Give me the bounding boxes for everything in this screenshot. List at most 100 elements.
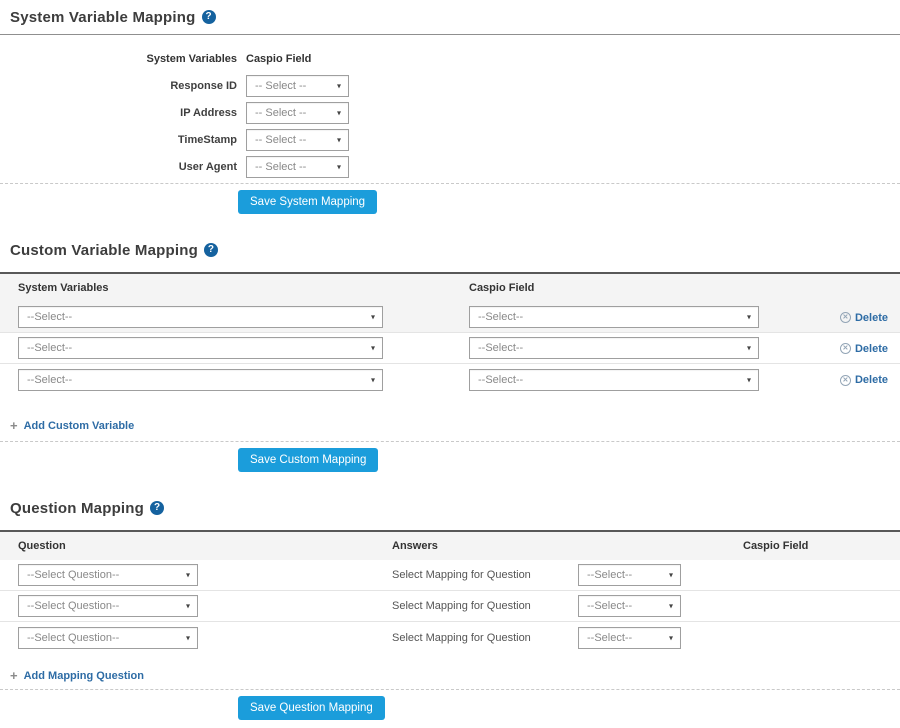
delete-label: Delete — [855, 312, 888, 324]
add-custom-variable-link[interactable]: + Add Custom Variable — [10, 419, 134, 432]
caspio-field-column-header: Caspio Field — [743, 540, 900, 552]
plus-icon: + — [10, 669, 18, 682]
answer-mapping-label: Select Mapping for Question — [392, 569, 578, 581]
question-select[interactable]: --Select Question-- ▾ — [18, 627, 198, 649]
save-question-mapping-button[interactable]: Save Question Mapping — [238, 696, 385, 720]
chevron-down-icon: ▾ — [747, 313, 751, 322]
chevron-down-icon: ▾ — [186, 602, 190, 611]
section-divider — [0, 34, 900, 35]
delete-circle-icon: ✕ — [840, 343, 851, 354]
chevron-down-icon: ▾ — [747, 344, 751, 353]
custom-table-row: --Select-- ▾ --Select-- ▾ ✕ Delete — [0, 364, 900, 395]
custom-variable-mapping-section: Custom Variable Mapping ? System Variabl… — [0, 241, 900, 472]
chevron-down-icon: ▾ — [669, 571, 673, 580]
save-custom-mapping-button[interactable]: Save Custom Mapping — [238, 448, 378, 472]
timestamp-label: TimeStamp — [0, 134, 237, 146]
response-id-label: Response ID — [0, 80, 237, 92]
select-value: -- Select -- — [255, 161, 306, 173]
question-select[interactable]: --Select Question-- ▾ — [18, 564, 198, 586]
select-value: --Select Question-- — [27, 632, 119, 644]
select-value: --Select-- — [27, 374, 72, 386]
delete-label: Delete — [855, 374, 888, 386]
custom-system-variable-select[interactable]: --Select-- ▾ — [18, 337, 383, 359]
custom-caspio-field-select[interactable]: --Select-- ▾ — [469, 337, 759, 359]
help-icon[interactable]: ? — [202, 10, 216, 24]
add-custom-variable-label: Add Custom Variable — [24, 420, 135, 432]
answers-column-header: Answers — [392, 540, 743, 552]
delete-row-link[interactable]: ✕ Delete — [840, 312, 888, 324]
add-mapping-question-label: Add Mapping Question — [24, 670, 144, 682]
answer-mapping-select[interactable]: --Select-- ▾ — [578, 627, 681, 649]
timestamp-select[interactable]: -- Select -- ▾ — [246, 129, 349, 151]
chevron-down-icon: ▾ — [669, 633, 673, 642]
answer-mapping-select[interactable]: --Select-- ▾ — [578, 564, 681, 586]
help-icon[interactable]: ? — [150, 501, 164, 515]
answer-mapping-label: Select Mapping for Question — [392, 600, 578, 612]
system-mapping-form: System Variables Caspio Field Response I… — [0, 53, 900, 178]
question-section-title: Question Mapping — [10, 500, 144, 517]
question-mapping-table: Question Answers Caspio Field --Select Q… — [0, 530, 900, 653]
delete-row-link[interactable]: ✕ Delete — [840, 343, 888, 355]
question-mapping-section: Question Mapping ? Question Answers Casp… — [0, 499, 900, 720]
chevron-down-icon: ▾ — [371, 375, 375, 384]
select-value: -- Select -- — [255, 134, 306, 146]
system-variables-column-header: System Variables — [0, 282, 469, 294]
select-value: --Select Question-- — [27, 600, 119, 612]
select-value: --Select-- — [27, 342, 72, 354]
caspio-field-column-header: Caspio Field — [246, 53, 311, 66]
chevron-down-icon: ▾ — [337, 109, 341, 118]
chevron-down-icon: ▾ — [371, 313, 375, 322]
custom-system-variable-select[interactable]: --Select-- ▾ — [18, 369, 383, 391]
custom-system-variable-select[interactable]: --Select-- ▾ — [18, 306, 383, 328]
plus-icon: + — [10, 419, 18, 432]
select-value: --Select-- — [27, 311, 72, 323]
select-value: --Select-- — [478, 374, 523, 386]
custom-mapping-table: System Variables Caspio Field --Select--… — [0, 272, 900, 395]
system-section-header: System Variable Mapping ? — [0, 8, 900, 26]
response-id-select[interactable]: -- Select -- ▾ — [246, 75, 349, 97]
chevron-down-icon: ▾ — [371, 344, 375, 353]
question-section-header: Question Mapping ? — [0, 499, 900, 517]
system-variable-mapping-section: System Variable Mapping ? System Variabl… — [0, 8, 900, 214]
question-table-row: --Select Question-- ▾ Select Mapping for… — [0, 591, 900, 622]
custom-section-header: Custom Variable Mapping ? — [0, 241, 900, 259]
chevron-down-icon: ▾ — [337, 163, 341, 172]
save-system-mapping-button[interactable]: Save System Mapping — [238, 190, 377, 214]
select-value: --Select-- — [587, 632, 632, 644]
dashed-divider — [0, 441, 900, 442]
select-value: --Select-- — [587, 600, 632, 612]
answer-mapping-select[interactable]: --Select-- ▾ — [578, 595, 681, 617]
delete-row-link[interactable]: ✕ Delete — [840, 374, 888, 386]
custom-section-title: Custom Variable Mapping — [10, 242, 198, 259]
custom-table-header-row: System Variables Caspio Field — [0, 274, 900, 302]
question-table-row: --Select Question-- ▾ Select Mapping for… — [0, 560, 900, 591]
chevron-down-icon: ▾ — [337, 136, 341, 145]
system-row-user-agent: User Agent -- Select -- ▾ — [0, 156, 900, 178]
user-agent-select[interactable]: -- Select -- ▾ — [246, 156, 349, 178]
select-value: -- Select -- — [255, 107, 306, 119]
select-value: --Select-- — [587, 569, 632, 581]
ip-address-select[interactable]: -- Select -- ▾ — [246, 102, 349, 124]
custom-table-row: --Select-- ▾ --Select-- ▾ ✕ Delete — [0, 333, 900, 364]
system-section-title: System Variable Mapping — [10, 9, 196, 26]
question-select[interactable]: --Select Question-- ▾ — [18, 595, 198, 617]
dashed-divider — [0, 689, 900, 690]
select-value: --Select Question-- — [27, 569, 119, 581]
system-row-response-id: Response ID -- Select -- ▾ — [0, 75, 900, 97]
system-row-timestamp: TimeStamp -- Select -- ▾ — [0, 129, 900, 151]
custom-caspio-field-select[interactable]: --Select-- ▾ — [469, 369, 759, 391]
answer-mapping-label: Select Mapping for Question — [392, 632, 578, 644]
chevron-down-icon: ▾ — [337, 82, 341, 91]
help-icon[interactable]: ? — [204, 243, 218, 257]
chevron-down-icon: ▾ — [669, 602, 673, 611]
caspio-field-column-header: Caspio Field — [469, 282, 765, 294]
delete-circle-icon: ✕ — [840, 375, 851, 386]
select-value: --Select-- — [478, 311, 523, 323]
dashed-divider — [0, 183, 900, 184]
custom-caspio-field-select[interactable]: --Select-- ▾ — [469, 306, 759, 328]
delete-label: Delete — [855, 343, 888, 355]
select-value: -- Select -- — [255, 80, 306, 92]
question-table-row: --Select Question-- ▾ Select Mapping for… — [0, 622, 900, 653]
add-mapping-question-link[interactable]: + Add Mapping Question — [10, 669, 144, 682]
delete-circle-icon: ✕ — [840, 312, 851, 323]
